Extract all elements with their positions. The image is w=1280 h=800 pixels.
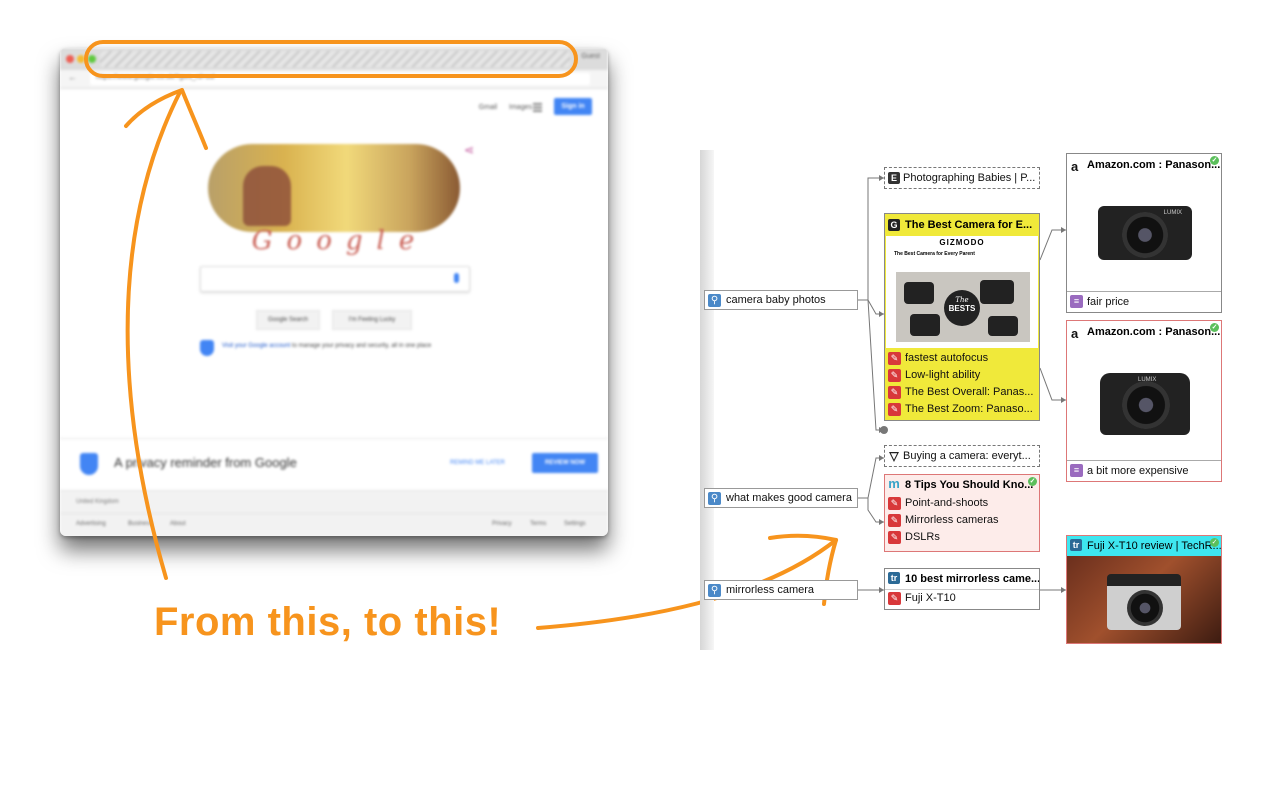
arrow-up-line <box>125 90 182 580</box>
camera-lens <box>1122 381 1170 429</box>
gizmodo-icon: G <box>888 219 900 231</box>
techradar-icon: tr <box>1070 539 1082 551</box>
card-title-text: Fuji X-T10 review | TechR... <box>1087 540 1221 552</box>
camera-lens <box>1122 212 1168 258</box>
highlight-item[interactable]: ✎ Low-light ability <box>885 367 1039 384</box>
product-card[interactable]: a Amazon.com : Panason... ✓ LUMIX ≡ fair… <box>1066 153 1222 313</box>
page-card-tips[interactable]: m 8 Tips You Should Kno... ✓ ✎ Point-and-… <box>884 474 1040 552</box>
highlight-item[interactable]: ✎ Point-and-shoots <box>885 495 1039 512</box>
pencil-icon: ✎ <box>888 386 901 399</box>
card-title: m 8 Tips You Should Kno... ✓ <box>885 475 1039 495</box>
query-label: what makes good camera <box>726 492 852 504</box>
camera-shape <box>988 316 1018 336</box>
bests-badge: The BESTS <box>944 290 980 326</box>
card-title-text: The Best Camera for E... <box>905 219 1033 231</box>
highlight-text: Low-light ability <box>905 369 981 381</box>
note-text: a bit more expensive <box>1087 465 1189 477</box>
mind-map: ⚲ camera baby photos ⚲ what makes good c… <box>700 150 1240 650</box>
highlight-text: Mirrorless cameras <box>905 514 999 526</box>
highlight-text: The Best Zoom: Panaso... <box>905 403 1033 415</box>
camera-shape <box>910 314 940 336</box>
highlight-item[interactable]: ✎ Mirrorless cameras <box>885 512 1039 529</box>
site-icon: m <box>888 476 900 491</box>
search-icon: ⚲ <box>708 492 721 505</box>
check-icon: ✓ <box>1210 323 1219 332</box>
card-title: tr 10 best mirrorless came... <box>885 569 1039 590</box>
card-title-text: 8 Tips You Should Kno... <box>905 479 1034 491</box>
page-card-mirrorless[interactable]: tr 10 best mirrorless came... ✎ Fuji X-T1… <box>884 568 1040 610</box>
highlight-item[interactable]: ✎ The Best Zoom: Panaso... <box>885 401 1039 418</box>
pencil-icon: ✎ <box>888 514 901 527</box>
highlight-item[interactable]: ✎ Fuji X-T10 <box>885 590 1039 607</box>
highlight-text: Point-and-shoots <box>905 497 989 509</box>
page-node-buying[interactable]: ▽ Buying a camera: everyt... <box>884 445 1040 467</box>
query-label: camera baby photos <box>726 294 826 306</box>
product-image <box>1067 556 1221 643</box>
amazon-icon: a <box>1071 159 1079 174</box>
site-icon: E <box>888 172 900 184</box>
card-title: a Amazon.com : Panason... ✓ <box>1067 154 1221 176</box>
highlight-item[interactable]: ✎ fastest autofocus <box>885 350 1039 367</box>
search-icon: ⚲ <box>708 584 721 597</box>
product-card[interactable]: a Amazon.com : Panason... ✓ LUMIX ≡ a bi… <box>1066 320 1222 482</box>
thumb-subtitle: The Best Camera for Every Parent <box>894 251 975 257</box>
note-text: fair price <box>1087 296 1130 308</box>
search-icon: ⚲ <box>708 294 721 307</box>
product-image: LUMIX <box>1068 176 1220 290</box>
card-title-text: 10 best mirrorless came... <box>905 573 1039 585</box>
highlight-list: ✎ fastest autofocus ✎ Low-light ability ✎ T… <box>885 350 1039 418</box>
amazon-icon: a <box>1071 326 1079 341</box>
pencil-icon: ✎ <box>888 592 901 605</box>
note-icon: ≡ <box>1070 295 1083 308</box>
note-item[interactable]: ≡ fair price <box>1067 291 1221 312</box>
pencil-icon: ✎ <box>888 531 901 544</box>
camera-lens <box>1127 590 1163 626</box>
collapse-dot-icon[interactable] <box>880 426 888 434</box>
query-node[interactable]: ⚲ what makes good camera <box>704 488 858 508</box>
page-node-photographing[interactable]: E Photographing Babies | P... <box>884 167 1040 189</box>
card-title-text: Amazon.com : Panason... <box>1087 159 1221 171</box>
badge-top: The <box>955 296 969 304</box>
badge-text: BESTS <box>948 304 976 313</box>
query-node[interactable]: ⚲ mirrorless camera <box>704 580 858 600</box>
note-item[interactable]: ≡ a bit more expensive <box>1067 460 1221 481</box>
product-card[interactable]: tr Fuji X-T10 review | TechR... ✓ <box>1066 535 1222 644</box>
highlight-item[interactable]: ✎ DSLRs <box>885 529 1039 546</box>
highlight-text: fastest autofocus <box>905 352 989 364</box>
site-icon: ▽ <box>889 449 899 463</box>
pencil-icon: ✎ <box>888 352 901 365</box>
arrow-up-head-right <box>180 88 208 150</box>
highlight-text: DSLRs <box>905 531 940 543</box>
highlight-text: The Best Overall: Panas... <box>905 386 1034 398</box>
article-thumbnail: GIZMODO The Best Camera for Every Parent… <box>886 236 1038 348</box>
thumb-photo: The BESTS <box>896 272 1030 342</box>
pencil-icon: ✎ <box>888 369 901 382</box>
caption: From this, to this! <box>154 600 502 644</box>
card-title: tr Fuji X-T10 review | TechR... ✓ <box>1067 536 1221 556</box>
card-title: a Amazon.com : Panason... ✓ <box>1067 321 1221 343</box>
camera-shape <box>980 280 1014 304</box>
product-image: LUMIX <box>1068 343 1220 459</box>
page-card-gizmodo[interactable]: G The Best Camera for E... GIZMODO The B… <box>884 213 1040 421</box>
note-icon: ≡ <box>1070 464 1083 477</box>
page-title: Photographing Babies | P... <box>903 172 1036 184</box>
check-icon: ✓ <box>1210 156 1219 165</box>
pencil-icon: ✎ <box>888 497 901 510</box>
query-label: mirrorless camera <box>726 584 815 596</box>
highlight-item[interactable]: ✎ The Best Overall: Panas... <box>885 384 1039 401</box>
techradar-icon: tr <box>888 572 900 584</box>
check-icon: ✓ <box>1210 538 1219 547</box>
camera-shape <box>904 282 934 304</box>
camera-brand: LUMIX <box>1163 210 1182 216</box>
page-title: Buying a camera: everyt... <box>903 450 1031 462</box>
card-title: G The Best Camera for E... <box>885 214 1039 236</box>
check-icon: ✓ <box>1028 477 1037 486</box>
card-title-text: Amazon.com : Panason... <box>1087 326 1221 338</box>
highlight-text: Fuji X-T10 <box>905 592 956 604</box>
pencil-icon: ✎ <box>888 403 901 416</box>
query-node[interactable]: ⚲ camera baby photos <box>704 290 858 310</box>
thumb-header: GIZMODO <box>939 238 985 247</box>
